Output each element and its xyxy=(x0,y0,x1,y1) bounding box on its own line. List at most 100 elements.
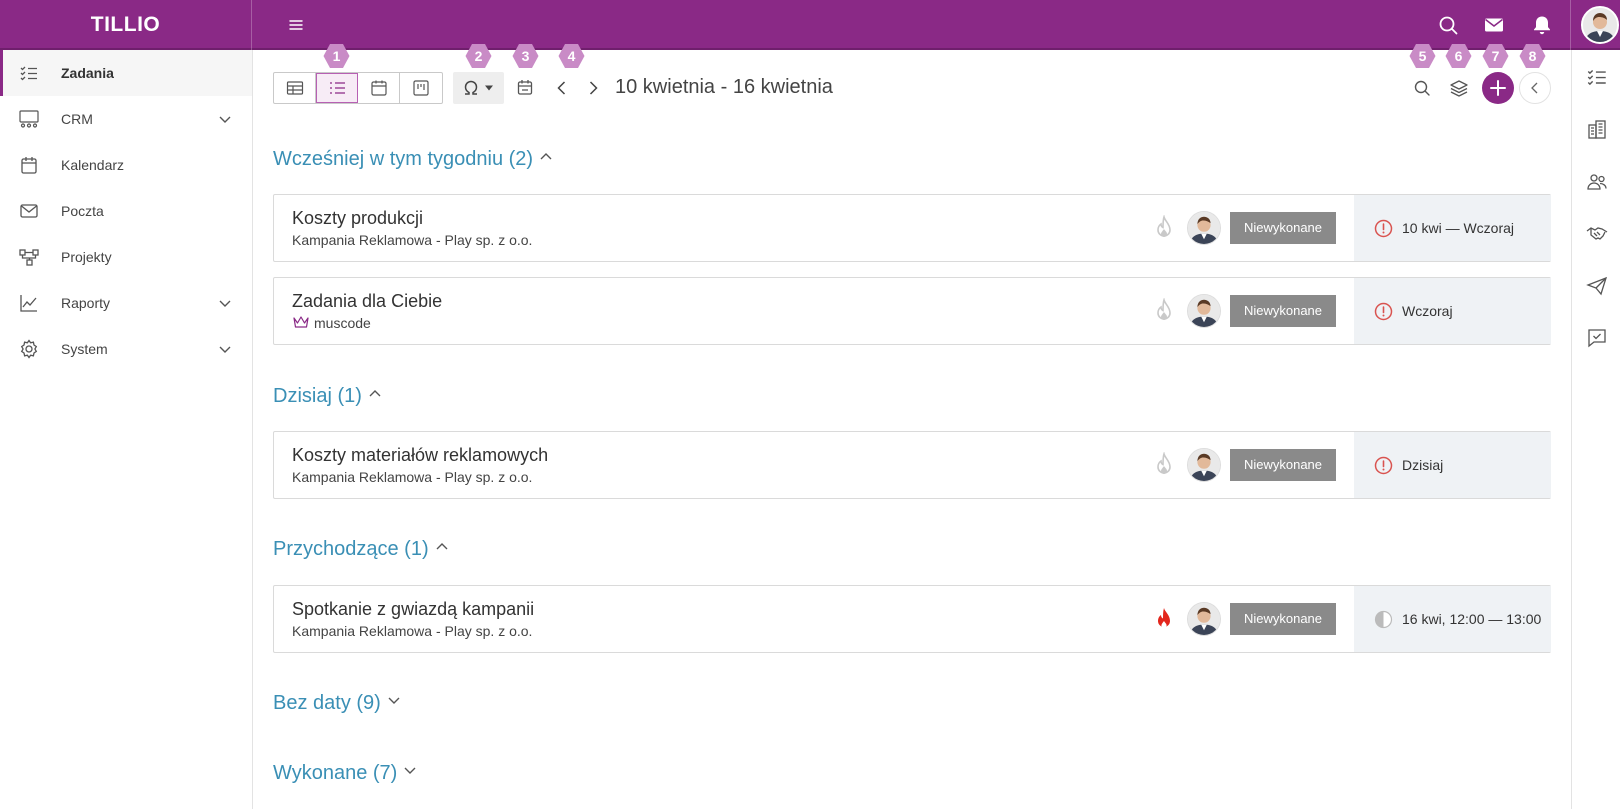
section-header[interactable]: Przychodzące (1) xyxy=(273,538,449,561)
chevron-up-icon xyxy=(436,543,448,550)
building-icon[interactable] xyxy=(1585,118,1609,142)
task-card[interactable]: Spotkanie z gwiazdą kampanii Kampania Re… xyxy=(273,585,1551,653)
due-date-text: 10 kwi — Wczoraj xyxy=(1402,220,1515,236)
tasks-icon xyxy=(18,62,40,84)
user-avatar[interactable] xyxy=(1581,6,1619,44)
collapse-panel-button[interactable] xyxy=(1519,72,1551,104)
overdue-icon xyxy=(1374,302,1393,321)
overdue-icon xyxy=(1374,219,1393,238)
task-card[interactable]: Koszty materiałów reklamowych Kampania R… xyxy=(273,431,1551,499)
bell-icon[interactable] xyxy=(1529,12,1555,38)
chevron-down-icon xyxy=(388,697,400,704)
sidebar-item-label: Zadania xyxy=(61,65,114,81)
top-bar: TILLIO xyxy=(0,0,1620,50)
omega-icon xyxy=(464,80,478,95)
assignee-avatar[interactable] xyxy=(1187,602,1221,636)
search-icon[interactable] xyxy=(1435,12,1461,38)
assignee-avatar[interactable] xyxy=(1187,211,1221,245)
priority-flame-icon[interactable] xyxy=(1152,215,1176,241)
date-picker-icon[interactable] xyxy=(513,76,537,100)
calendar-view-button[interactable] xyxy=(358,73,400,103)
due-date-cell: Dzisiaj xyxy=(1354,432,1551,498)
priority-flame-icon[interactable] xyxy=(1152,452,1176,478)
assignee-avatar[interactable] xyxy=(1187,294,1221,328)
chat-check-icon[interactable] xyxy=(1585,326,1609,350)
kanban-icon xyxy=(413,80,429,96)
sidebar-item-system[interactable]: System xyxy=(0,326,252,372)
task-title[interactable]: Spotkanie z gwiazdą kampanii xyxy=(292,599,534,620)
sidebar-item-label: Poczta xyxy=(61,203,104,219)
sidebar-item-label: Kalendarz xyxy=(61,157,125,173)
right-rail xyxy=(1571,50,1620,809)
sidebar-item-label: Projekty xyxy=(61,249,112,265)
sidebar-item-zadania[interactable]: Zadania xyxy=(0,50,252,96)
layers-icon[interactable] xyxy=(1447,76,1471,100)
sidebar-item-crm[interactable]: CRM xyxy=(0,96,252,142)
task-subtitle: Kampania Reklamowa - Play sp. z o.o. xyxy=(292,232,533,248)
priority-flame-icon[interactable] xyxy=(1152,606,1176,632)
chart-icon xyxy=(18,292,40,314)
contacts-icon[interactable] xyxy=(1585,170,1609,194)
list-view-button[interactable] xyxy=(316,73,358,103)
chevron-up-icon xyxy=(369,390,381,397)
table-icon xyxy=(286,81,303,95)
due-date-text: Dzisiaj xyxy=(1402,457,1444,473)
projects-icon xyxy=(18,246,40,268)
status-button[interactable]: Niewykonane xyxy=(1230,603,1336,635)
task-title[interactable]: Koszty materiałów reklamowych xyxy=(292,445,548,466)
sidebar-item-raporty[interactable]: Raporty xyxy=(0,280,252,326)
chevron-left-icon xyxy=(1531,82,1538,94)
chevron-down-icon xyxy=(404,767,416,774)
section-header[interactable]: Bez daty (9) xyxy=(273,692,401,715)
handshake-icon[interactable] xyxy=(1585,222,1609,246)
assignee-avatar[interactable] xyxy=(1187,448,1221,482)
kanban-view-button[interactable] xyxy=(400,73,442,103)
chevron-down-icon[interactable] xyxy=(216,340,234,358)
section-header[interactable]: Dzisiaj (1) xyxy=(273,385,382,408)
next-week-icon[interactable] xyxy=(581,76,605,100)
tour-badge: 7 xyxy=(1482,43,1509,69)
due-date-text: 16 kwi, 12:00 — 13:00 xyxy=(1402,611,1542,627)
date-range-label: 10 kwietnia - 16 kwietnia xyxy=(615,76,833,98)
status-button[interactable]: Niewykonane xyxy=(1230,212,1336,244)
tour-badge: 5 xyxy=(1409,43,1436,69)
priority-flame-icon[interactable] xyxy=(1152,298,1176,324)
chevron-down-icon[interactable] xyxy=(216,294,234,312)
table-view-button[interactable] xyxy=(274,73,316,103)
search-icon[interactable] xyxy=(1410,76,1434,100)
mail-icon xyxy=(18,200,40,222)
task-card[interactable]: Zadania dla Ciebie muscode Niewykonane W… xyxy=(273,277,1551,345)
sidebar-item-kalendarz[interactable]: Kalendarz xyxy=(0,142,252,188)
sidebar-item-projekty[interactable]: Projekty xyxy=(0,234,252,280)
status-button[interactable]: Niewykonane xyxy=(1230,295,1336,327)
task-title[interactable]: Koszty produkcji xyxy=(292,208,423,229)
section-header[interactable]: Wcześniej w tym tygodniu (2) xyxy=(273,148,553,171)
menu-toggle-icon[interactable] xyxy=(284,13,308,37)
half-circle-icon xyxy=(1374,610,1393,629)
mail-icon[interactable] xyxy=(1481,12,1507,38)
app-logo[interactable]: TILLIO xyxy=(0,0,252,50)
sidebar-item-poczta[interactable]: Poczta xyxy=(0,188,252,234)
due-date-cell: Wczoraj xyxy=(1354,278,1551,344)
tasks-icon[interactable] xyxy=(1585,65,1609,89)
filter-dropdown-button[interactable] xyxy=(453,72,504,104)
add-task-button[interactable] xyxy=(1482,72,1514,104)
task-title[interactable]: Zadania dla Ciebie xyxy=(292,291,442,312)
task-subtitle: muscode xyxy=(314,315,371,331)
chevron-down-icon[interactable] xyxy=(216,110,234,128)
task-card[interactable]: Koszty produkcji Kampania Reklamowa - Pl… xyxy=(273,194,1551,262)
topbar-divider xyxy=(1570,0,1571,50)
tour-badge: 2 xyxy=(465,43,492,69)
sidebar-item-label: System xyxy=(61,341,108,357)
previous-week-icon[interactable] xyxy=(550,76,574,100)
due-date-cell: 16 kwi, 12:00 — 13:00 xyxy=(1354,586,1551,652)
send-icon[interactable] xyxy=(1585,274,1609,298)
view-switcher xyxy=(273,72,443,104)
sidebar-item-label: CRM xyxy=(61,111,93,127)
section-header[interactable]: Wykonane (7) xyxy=(273,762,417,785)
tour-badge: 8 xyxy=(1519,43,1546,69)
status-button[interactable]: Niewykonane xyxy=(1230,449,1336,481)
due-date-text: Wczoraj xyxy=(1402,303,1453,319)
tour-badge: 4 xyxy=(558,43,585,69)
task-subtitle: Kampania Reklamowa - Play sp. z o.o. xyxy=(292,469,533,485)
